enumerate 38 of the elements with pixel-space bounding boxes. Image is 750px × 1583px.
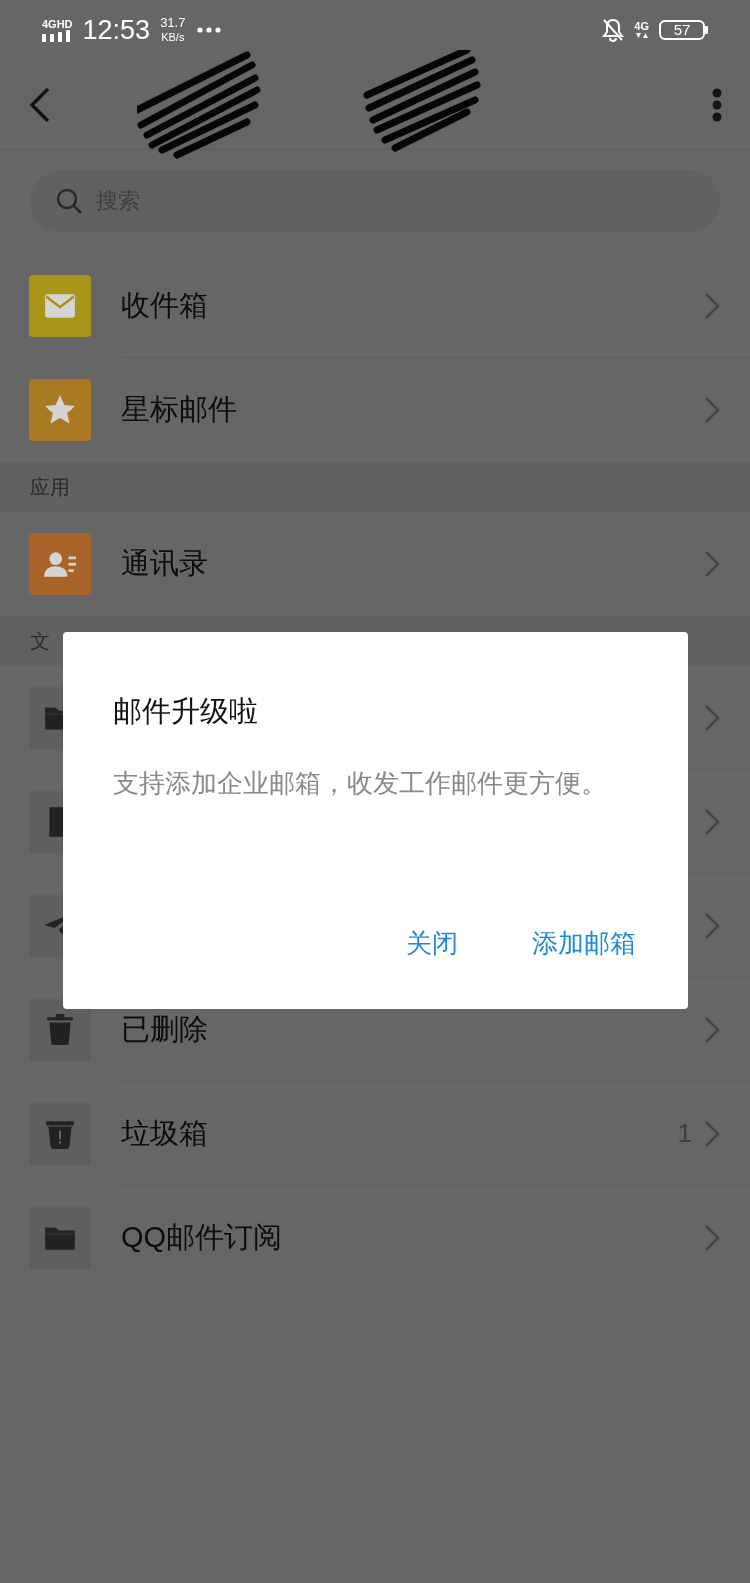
dialog-title: 邮件升级啦 — [113, 694, 258, 729]
chevron-right-icon — [704, 1015, 720, 1044]
chevron-right-icon — [704, 703, 720, 732]
search-icon — [56, 188, 82, 214]
more-dots-icon — [197, 27, 222, 33]
section-header: 应用 — [30, 475, 70, 500]
dialog-button[interactable]: 添加邮箱 — [516, 916, 652, 971]
battery-indicator: 57 — [659, 20, 705, 40]
chevron-right-icon — [704, 807, 720, 836]
item-label: 垃圾箱 — [121, 1115, 209, 1151]
speed-unit: KB/s — [161, 30, 185, 44]
item-label: 星标邮件 — [121, 392, 238, 428]
chevron-right-icon — [704, 911, 720, 940]
item-label: 通讯录 — [121, 546, 209, 582]
list-item[interactable]: 通讯录 — [0, 512, 750, 616]
chevron-right-icon — [704, 1224, 720, 1252]
chevron-right-icon — [704, 291, 720, 320]
section-header: 文 — [30, 629, 50, 654]
chevron-right-icon — [704, 1119, 720, 1148]
chevron-right-icon — [704, 550, 720, 578]
back-icon[interactable] — [28, 86, 52, 123]
list-item[interactable]: 星标邮件 — [0, 358, 750, 462]
mobile-data-label: 4G — [634, 21, 649, 32]
dialog-message: 支持添加企业邮箱，收发工作邮件更方便。 — [113, 766, 608, 800]
list-item[interactable]: QQ邮件订阅 — [0, 1186, 750, 1290]
item-label: 收件箱 — [121, 287, 209, 323]
signal-icon — [42, 30, 73, 42]
item-label: 已删除 — [121, 1011, 209, 1047]
clock-time: 12:53 — [82, 13, 151, 47]
more-menu-icon[interactable] — [712, 87, 722, 122]
item-label: QQ邮件订阅 — [121, 1220, 284, 1256]
chevron-right-icon — [704, 396, 720, 424]
list-item[interactable]: 收件箱 — [0, 254, 750, 358]
muted-bell-icon — [602, 18, 625, 42]
data-arrows-icon — [634, 32, 649, 39]
network-label: 4GHD — [42, 18, 73, 30]
speed-value: 31.7 — [160, 16, 186, 30]
dialog-button[interactable]: 关闭 — [390, 916, 474, 971]
